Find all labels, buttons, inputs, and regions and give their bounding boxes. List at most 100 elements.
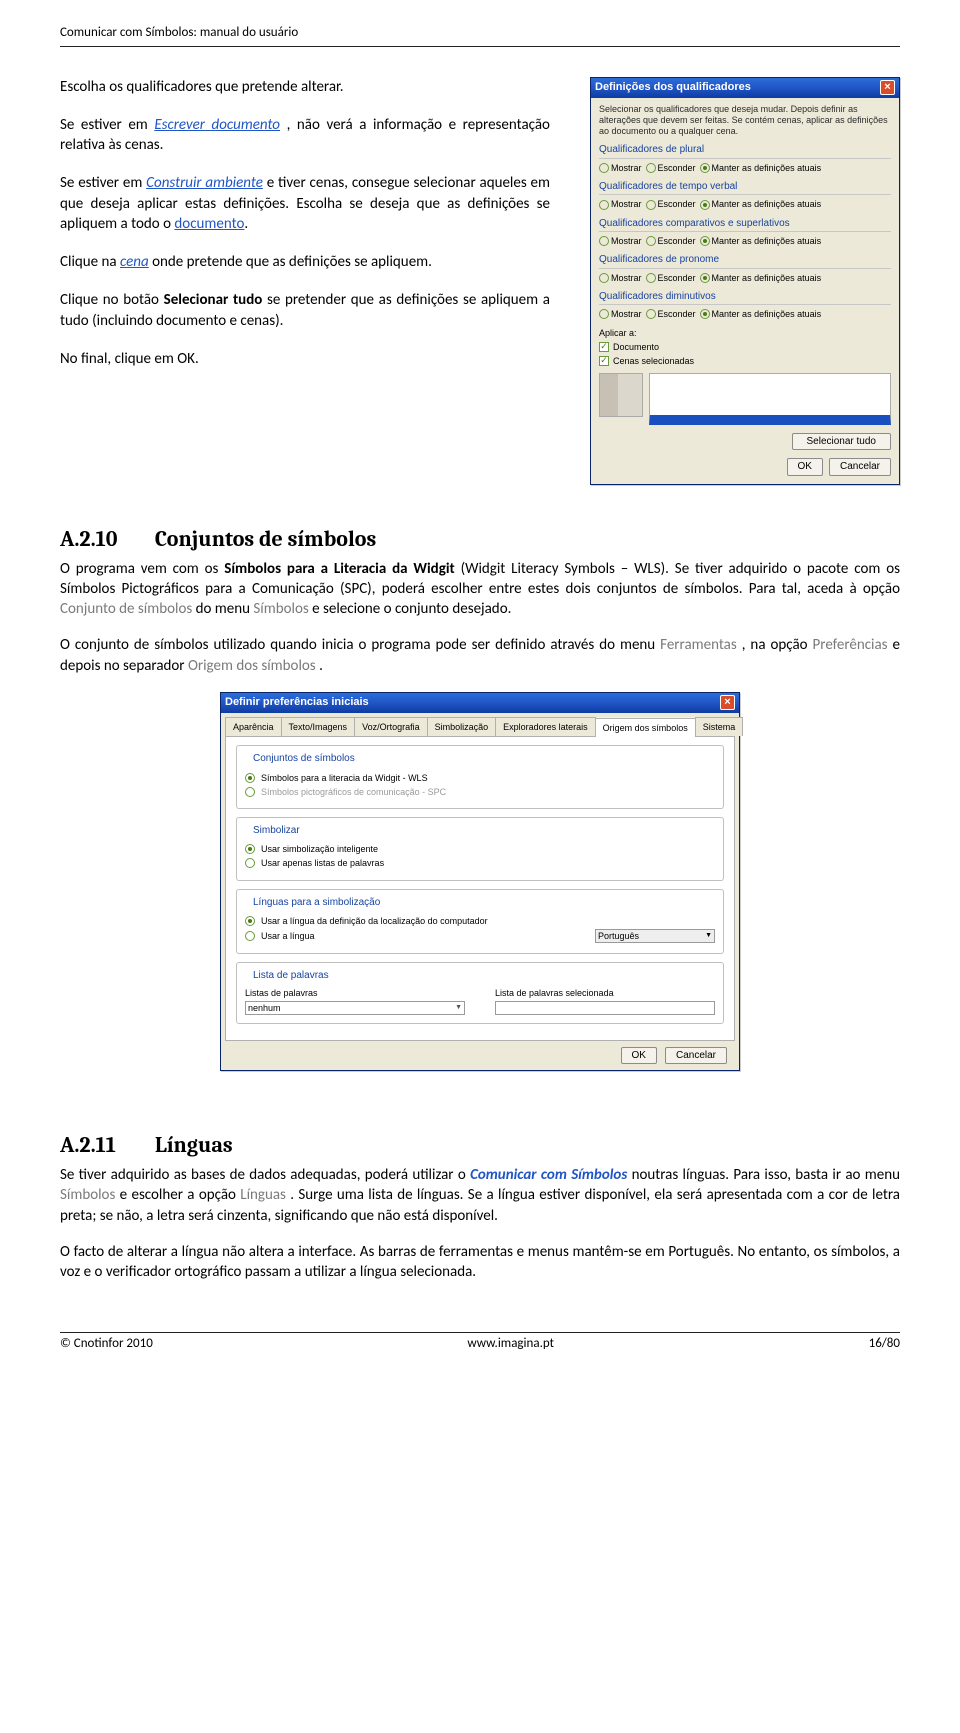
fs-simbolizar: Simbolizar Usar simbolização inteligente… — [236, 817, 724, 881]
menu-ref: Símbolos — [60, 1186, 115, 1204]
top-rule — [60, 46, 900, 47]
footer-left: © Cnotinfor 2010 — [60, 1335, 153, 1353]
tab-texto[interactable]: Texto/Imagens — [281, 717, 356, 736]
ok-button[interactable]: OK — [621, 1047, 657, 1065]
radio-manter[interactable] — [700, 236, 710, 246]
p4-b: onde pretende que as definições se apliq… — [152, 253, 432, 271]
radio-esconder[interactable] — [646, 200, 656, 210]
p5-a: Clique no botão — [60, 291, 164, 309]
lbl-esconder: Esconder — [658, 162, 696, 174]
tab-origem[interactable]: Origem dos símbolos — [595, 718, 696, 737]
radio-esconder[interactable] — [646, 309, 656, 319]
radio-lang-pick[interactable] — [245, 931, 255, 941]
checkbox-cenas[interactable] — [599, 356, 609, 366]
lbl-manter: Manter as definições atuais — [712, 272, 822, 284]
heading-num: A.2.10 — [60, 525, 150, 555]
radio-mostrar[interactable] — [599, 236, 609, 246]
close-icon[interactable]: × — [880, 80, 895, 95]
radio-intel[interactable] — [245, 844, 255, 854]
lbl-mostrar: Mostrar — [611, 198, 642, 210]
radio-mostrar[interactable] — [599, 309, 609, 319]
t: . — [319, 657, 323, 675]
row-tempo: Mostrar Esconder Manter as definições at… — [599, 198, 891, 210]
t: e selecione o conjunto desejado. — [312, 600, 511, 618]
radio-mostrar[interactable] — [599, 200, 609, 210]
t: , na opção — [742, 636, 813, 654]
wordlist-select[interactable]: nenhum▼ — [245, 1001, 465, 1015]
lang-select[interactable]: Português▼ — [595, 929, 715, 943]
product-name: Comunicar com Símbolos — [470, 1166, 627, 1184]
link-escrever-documento: Escrever documento — [154, 116, 280, 134]
fs-lista: Lista de palavras Listas de palavras nen… — [236, 962, 724, 1024]
radio-manter[interactable] — [700, 200, 710, 210]
link-cena: cena — [120, 253, 149, 271]
radio-lang-auto[interactable] — [245, 916, 255, 926]
btn-row-okcancel: OK Cancelar — [599, 458, 891, 476]
radio-mostrar[interactable] — [599, 273, 609, 283]
dialog2-buttons: OK Cancelar — [225, 1041, 735, 1071]
radio-esconder[interactable] — [646, 163, 656, 173]
p4: Clique na cena onde pretende que as defi… — [60, 252, 550, 272]
footer-mid: www.imagina.pt — [467, 1335, 554, 1353]
chevron-down-icon: ▼ — [705, 931, 712, 940]
radio-manter[interactable] — [700, 309, 710, 319]
radio-manter[interactable] — [700, 163, 710, 173]
close-icon[interactable]: × — [720, 695, 735, 710]
radio-esconder[interactable] — [646, 236, 656, 246]
select-all-button[interactable]: Selecionar tudo — [792, 433, 892, 451]
tabpane: Conjuntos de símbolos Símbolos para a li… — [225, 737, 735, 1041]
row-plural: Mostrar Esconder Manter as definições at… — [599, 162, 891, 174]
p5: Clique no botão Selecionar tudo se prete… — [60, 290, 550, 331]
tab-sistema[interactable]: Sistema — [695, 717, 744, 736]
t: do menu — [196, 600, 254, 618]
lbl-mostrar: Mostrar — [611, 235, 642, 247]
checkbox-documento[interactable] — [599, 342, 609, 352]
cancel-button[interactable]: Cancelar — [665, 1047, 727, 1065]
lbl-manter: Manter as definições atuais — [712, 308, 822, 320]
tabs: Aparência Texto/Imagens Voz/Ortografia S… — [225, 717, 735, 737]
p2-a: Se estiver em — [60, 116, 154, 134]
lbl-esconder: Esconder — [658, 198, 696, 210]
wordlist-selected[interactable] — [495, 1001, 715, 1015]
tab-simbolizacao[interactable]: Simbolização — [427, 717, 497, 736]
t: Símbolos para a Literacia da Widgit — [224, 560, 454, 578]
row-pron: Mostrar Esconder Manter as definições at… — [599, 272, 891, 284]
radio-listas[interactable] — [245, 858, 255, 868]
tab-exploradores[interactable]: Exploradores laterais — [495, 717, 596, 736]
legend: Simbolizar — [249, 824, 304, 838]
dialog-qualificadores: Definições dos qualificadores × Selecion… — [590, 77, 900, 485]
val — [498, 1002, 501, 1014]
preview-area — [649, 373, 891, 425]
dialog-qualificadores-wrapper: Definições dos qualificadores × Selecion… — [590, 77, 900, 485]
radio-manter[interactable] — [700, 273, 710, 283]
radio-mostrar[interactable] — [599, 163, 609, 173]
heading-a211: A.2.11 Línguas — [60, 1131, 900, 1161]
cancel-button[interactable]: Cancelar — [829, 458, 891, 476]
heading-a210: A.2.10 Conjuntos de símbolos — [60, 525, 900, 555]
sec-pron: Qualificadores de pronome — [599, 253, 891, 269]
footer-right: 16/80 — [869, 1335, 900, 1353]
chk-documento-row: Documento — [599, 341, 891, 353]
menu-ref: Símbolos — [253, 600, 308, 618]
ok-button[interactable]: OK — [787, 458, 823, 476]
p3-a: Se estiver em — [60, 174, 146, 192]
legend: Línguas para a simbolização — [249, 896, 384, 910]
tab-voz[interactable]: Voz/Ortografia — [354, 717, 428, 736]
sec-dim: Qualificadores diminutivos — [599, 290, 891, 306]
t: O conjunto de símbolos utilizado quando … — [60, 636, 660, 654]
radio-esconder[interactable] — [646, 273, 656, 283]
p2: Se estiver em Escrever documento , não v… — [60, 115, 550, 156]
lbl-manter: Manter as definições atuais — [712, 235, 822, 247]
heading-title: Conjuntos de símbolos — [155, 526, 376, 552]
preview-thumb[interactable] — [599, 373, 643, 417]
btn-row-selall: Selecionar tudo — [599, 433, 891, 451]
dialog-title: Definições dos qualificadores — [595, 80, 751, 95]
lbl: Símbolos pictográficos de comunicação - … — [261, 786, 446, 798]
lbl: Usar a língua — [261, 930, 315, 942]
legend: Lista de palavras — [249, 969, 333, 983]
fs-linguas: Línguas para a simbolização Usar a língu… — [236, 889, 724, 955]
t: O programa vem com os — [60, 560, 224, 578]
tab-aparencia[interactable]: Aparência — [225, 717, 282, 736]
radio-wls[interactable] — [245, 773, 255, 783]
radio-spc[interactable] — [245, 787, 255, 797]
